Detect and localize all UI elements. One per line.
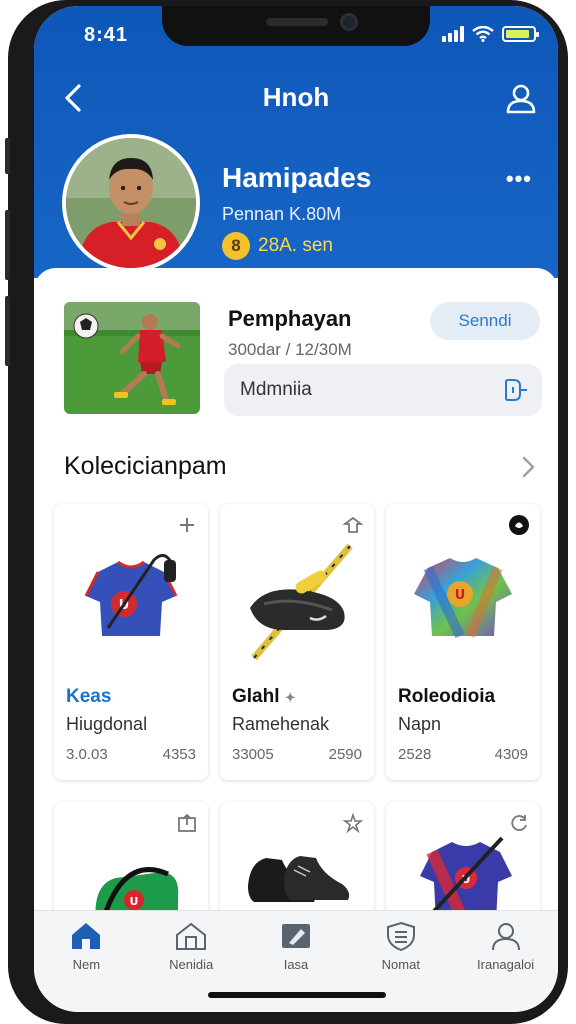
profile-name: Hamipades	[222, 162, 372, 193]
battery-icon	[502, 26, 539, 42]
wifi-icon	[472, 26, 494, 42]
signal-icon	[442, 26, 464, 42]
account-button[interactable]	[502, 78, 540, 118]
export-icon[interactable]	[176, 812, 198, 834]
chat-send-icon[interactable]	[502, 378, 528, 402]
media-icon	[281, 924, 310, 948]
store-icon	[176, 922, 207, 950]
tab-label: Iasa	[283, 957, 309, 972]
screen: 8:41 Hnoh Hamipades Pennan K.80M 8 28A. …	[34, 6, 558, 1012]
section-title: Kolecicianpam	[64, 452, 227, 480]
shield-icon	[386, 921, 415, 951]
send-button[interactable]: Senndi	[430, 302, 540, 340]
tab-profile[interactable]: Iranagaloi	[453, 911, 558, 1012]
tab-label: Nem	[72, 957, 101, 972]
card-stat-left: 2528	[398, 746, 432, 763]
card-title: Glahl ✦	[232, 686, 296, 708]
collection-card-1[interactable]: U Keas Hiugdonal 3.0.03 4353	[54, 504, 208, 780]
refresh-icon[interactable]	[508, 812, 530, 834]
card-stat-left: 3.0.03	[66, 746, 108, 763]
tab-label: Nomat	[381, 957, 420, 972]
collection-card-2[interactable]: Glahl ✦ Ramehenak 33005 2590	[220, 504, 374, 780]
more-options-button[interactable]: •••	[506, 166, 532, 192]
card-stat-left: 33005	[232, 746, 274, 763]
user-icon	[506, 84, 536, 114]
boots-icon	[248, 856, 350, 902]
home-icon	[72, 923, 101, 949]
collection-card-3[interactable]: U Roleodioia Napn 2528 4309	[386, 504, 540, 780]
profile-icon	[491, 923, 520, 951]
card-subtitle: Ramehenak	[232, 714, 330, 734]
card-subtitle: Hiugdonal	[66, 714, 148, 734]
mute-switch	[5, 138, 10, 174]
card-title: Roleodioia	[398, 686, 496, 707]
svg-text:U: U	[455, 588, 466, 603]
coin-amount: 28A. sen	[258, 235, 333, 256]
coin-balance: 8 28A. sen	[222, 232, 333, 260]
card-subtitle: Napn	[398, 714, 442, 734]
jersey-blue-icon: U	[84, 553, 178, 636]
status-time: 8:41	[84, 24, 129, 46]
card-title: Keas	[66, 686, 111, 708]
jersey-bat-icon: U	[420, 836, 512, 922]
status-icons	[442, 26, 539, 42]
player-portrait-image	[66, 138, 196, 268]
card-stat-right: 2590	[328, 746, 362, 763]
volume-down-button	[5, 296, 10, 366]
coin-icon: 8	[222, 232, 250, 260]
notch	[162, 6, 430, 46]
svg-text:U: U	[130, 895, 139, 908]
message-placeholder: Mdmniia	[240, 379, 312, 400]
football-player-image	[64, 302, 200, 414]
feature-subtitle: 300dar / 12/30M	[228, 340, 352, 359]
page-title: Hnoh	[262, 82, 330, 112]
feature-title: Pemphayan	[228, 306, 352, 331]
card-title-text: Keas	[66, 686, 112, 707]
phone-frame: 8:41 Hnoh Hamipades Pennan K.80M 8 28A. …	[5, 0, 568, 1024]
profile-meta: Pennan K.80M	[222, 204, 342, 224]
tab-label: Iranagaloi	[477, 957, 535, 972]
card-stat-right: 4309	[494, 746, 528, 763]
feature-image[interactable]	[64, 302, 200, 414]
jersey-rainbow-icon: U	[414, 558, 512, 639]
card-stat-right: 4353	[162, 746, 196, 763]
cleat-bat-icon	[250, 543, 353, 660]
sparkle-icon: ✦	[284, 690, 296, 705]
front-camera	[340, 13, 358, 31]
volume-up-button	[5, 210, 10, 280]
avatar[interactable]	[62, 134, 200, 272]
speaker	[266, 18, 328, 26]
chevron-right-icon[interactable]	[516, 454, 540, 480]
card-title-text: Glahl	[232, 686, 280, 707]
home-indicator	[208, 992, 386, 998]
header-curve	[34, 268, 558, 298]
message-field[interactable]: Mdmniia	[224, 364, 542, 416]
star-plus-icon[interactable]	[342, 812, 364, 834]
tab-label: Nenidia	[169, 957, 214, 972]
tab-home[interactable]: Nem	[34, 911, 139, 1012]
